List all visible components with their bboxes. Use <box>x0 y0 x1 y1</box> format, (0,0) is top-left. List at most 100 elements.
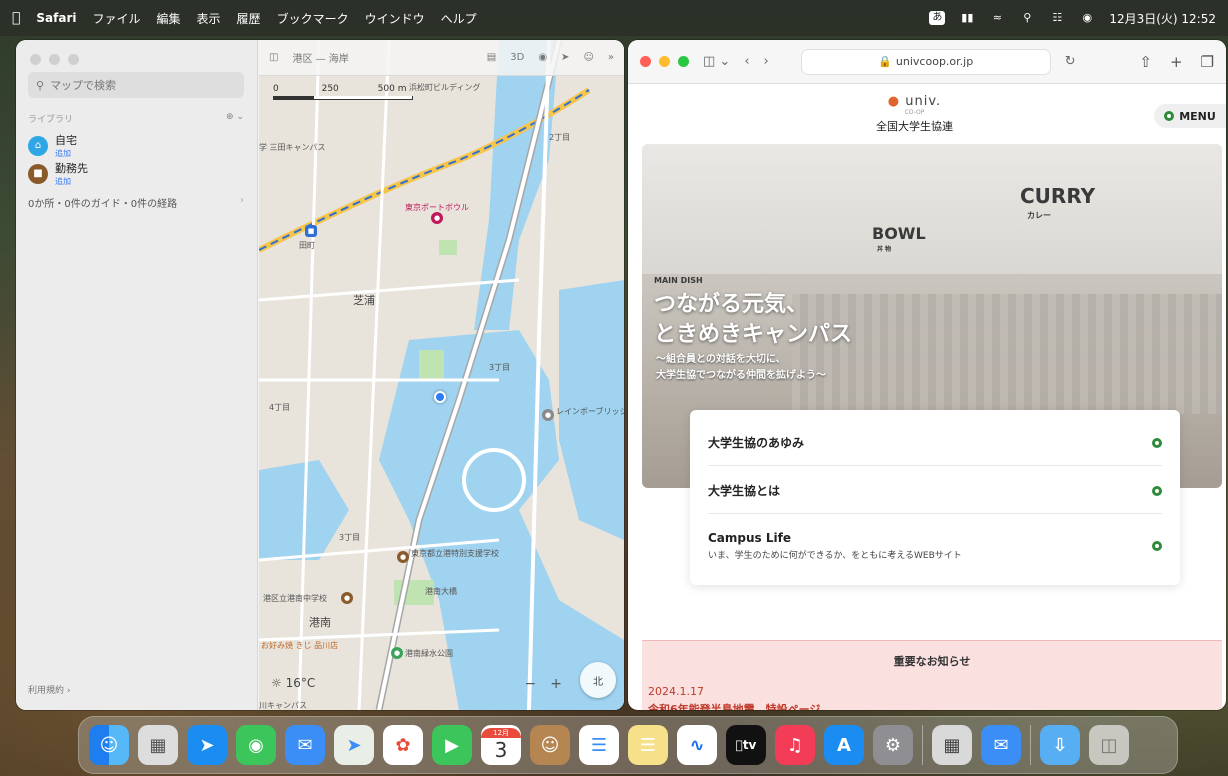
battery-icon[interactable]: ▮▮ <box>959 12 975 24</box>
menu-edit[interactable]: 編集 <box>157 10 181 27</box>
apple-tv-icon[interactable]: tv <box>726 725 766 765</box>
map-label-campus: 川キャンパス <box>259 701 307 710</box>
scale-end: 500 m <box>377 84 407 94</box>
back-button[interactable]: ‹ <box>744 54 749 69</box>
mail-icon[interactable]: ✉ <box>285 725 325 765</box>
account-icon[interactable]: ☺ <box>583 52 593 63</box>
menu-bookmarks[interactable]: ブックマーク <box>277 10 349 27</box>
favorite-home[interactable]: ⌂ 自宅 追加 <box>28 132 77 159</box>
map-label-mita: 学 三田キャンパス <box>259 143 326 152</box>
maps-window-controls[interactable] <box>30 54 79 65</box>
link-history[interactable]: 大学生協のあゆみ <box>708 420 1162 466</box>
more-toolbar-icon[interactable]: » <box>608 52 614 63</box>
favorite-home-add[interactable]: 追加 <box>55 148 77 159</box>
minimize-icon[interactable] <box>659 56 670 67</box>
finder-icon[interactable]: ☺ <box>89 725 129 765</box>
tracking-icon[interactable]: ➤ <box>561 52 569 63</box>
park-poi-icon[interactable]: ● <box>391 647 403 659</box>
safari-window: ◫ ⌄ ‹ › 🔒 univcoop.or.jp ↻ ⇧ + ❐ ● univ.… <box>628 40 1226 710</box>
system-settings-icon[interactable]: ⚙ <box>873 725 913 765</box>
maps-sidebar: ⚲ マップで検索 ライブラリ ⊕ ⌄ ⌂ 自宅 追加 ■ 勤務先 追加 0か所・… <box>16 40 258 710</box>
scale-mid: 250 <box>321 84 339 94</box>
maps-icon[interactable]: ➤ <box>334 725 374 765</box>
favorite-work-title: 勤務先 <box>55 162 88 175</box>
map-3d-button[interactable]: 3D <box>510 52 524 63</box>
favorite-work-add[interactable]: 追加 <box>55 176 88 187</box>
sun-icon: ☼ <box>271 676 282 690</box>
siri-icon[interactable]: ◉ <box>1079 12 1095 24</box>
map-canvas[interactable]: ◫ 港区 — 海岸 ▤ 3D ◉ ➤ ☺ » 0 250 500 m 浜松町ビル… <box>259 40 624 710</box>
map-mode-icon[interactable]: ▤ <box>487 52 496 63</box>
look-around-icon[interactable]: ◉ <box>538 52 547 63</box>
launchpad-icon[interactable]: ▦ <box>138 725 178 765</box>
address-bar[interactable]: 🔒 univcoop.or.jp <box>800 48 1051 75</box>
search-icon: ⚲ <box>36 78 45 92</box>
menu-clock[interactable]: 12月3日(火) 12:52 <box>1109 10 1216 27</box>
train-station-icon[interactable]: ■ <box>305 225 317 237</box>
notice-headline[interactable]: 令和6年能登半島地震 特設ページ <box>648 701 820 710</box>
notes-icon[interactable]: ☰ <box>628 725 668 765</box>
link-campus-life[interactable]: Campus Life いま、学生のために何ができるか、をともに考えるWEBサイ… <box>708 518 1162 574</box>
logo-text: univ. <box>905 94 942 109</box>
bowling-poi-icon[interactable]: ● <box>431 212 443 224</box>
zoom-in-button[interactable]: + <box>550 676 562 692</box>
trash-icon[interactable]: ◫ <box>1089 725 1129 765</box>
messages-icon[interactable]: ◉ <box>236 725 276 765</box>
control-center-icon[interactable]: ☷ <box>1049 12 1065 24</box>
jhs-poi-icon[interactable]: ● <box>341 592 353 604</box>
reload-icon[interactable]: ↻ <box>1065 54 1076 69</box>
close-icon[interactable] <box>640 56 651 67</box>
forward-button[interactable]: › <box>764 54 769 69</box>
menu-file[interactable]: ファイル <box>93 10 141 27</box>
rainbow-bridge-poi-icon[interactable]: ● <box>542 409 554 421</box>
dock-separator <box>922 725 923 765</box>
calendar-icon[interactable]: 12月 3 <box>481 725 521 765</box>
freeform-icon[interactable]: ∿ <box>677 725 717 765</box>
tab-overview-icon[interactable]: ❐ <box>1201 53 1214 71</box>
wifi-icon[interactable]: ≈ <box>989 12 1005 24</box>
new-tab-icon[interactable]: + <box>1170 53 1183 71</box>
maps-search-field[interactable]: ⚲ マップで検索 <box>28 72 244 98</box>
input-method-icon[interactable]: あ <box>929 11 946 25</box>
music-icon[interactable]: ♫ <box>775 725 815 765</box>
contacts-icon[interactable]: ☺ <box>530 725 570 765</box>
arrow-circle-icon <box>1152 541 1162 551</box>
map-label-special-school: 東京都立港特別支援学校 <box>411 549 499 558</box>
safari-window-controls[interactable] <box>640 56 689 67</box>
spotlight-icon[interactable]: ⚲ <box>1019 12 1035 24</box>
downloads-folder-icon[interactable]: ⇩ <box>1040 725 1080 765</box>
logo-sub: CO-OP <box>904 109 925 116</box>
email-app-icon[interactable]: ✉ <box>981 725 1021 765</box>
link-about[interactable]: 大学生協とは <box>708 468 1162 514</box>
map-label-okonomiyaki: お好み焼 きじ 品川店 <box>261 641 339 650</box>
library-stats[interactable]: 0か所・0件のガイド・0件の経路 › <box>28 195 244 210</box>
library-add-icon[interactable]: ⊕ ⌄ <box>226 112 244 125</box>
menu-window[interactable]: ウインドウ <box>365 10 425 27</box>
photos-icon[interactable]: ✿ <box>383 725 423 765</box>
apple-menu-icon[interactable]:  <box>12 10 20 26</box>
compass-button[interactable]: 北 <box>580 662 616 698</box>
facetime-icon[interactable]: ▶ <box>432 725 472 765</box>
zoom-controls: − + <box>525 676 562 692</box>
menu-help[interactable]: ヘルプ <box>441 10 477 27</box>
app-store-icon[interactable]: A <box>824 725 864 765</box>
reminders-icon[interactable]: ☰ <box>579 725 619 765</box>
favorite-work[interactable]: ■ 勤務先 追加 <box>28 160 88 187</box>
sidebar-toggle-icon[interactable]: ◫ <box>269 52 278 63</box>
preview-icon[interactable]: ▦ <box>932 725 972 765</box>
terms-link[interactable]: 利用規約 › <box>28 683 70 696</box>
school-poi-icon[interactable]: ● <box>397 551 409 563</box>
site-logo[interactable]: ● univ. CO-OP 全国大学生協連 <box>876 94 953 134</box>
menu-app-name[interactable]: Safari <box>36 11 76 25</box>
menu-view[interactable]: 表示 <box>197 10 221 27</box>
link-campus-life-title: Campus Life <box>708 531 791 545</box>
zoom-icon[interactable] <box>678 56 689 67</box>
share-icon[interactable]: ⇧ <box>1139 53 1152 71</box>
zoom-out-button[interactable]: − <box>525 676 537 692</box>
menu-history[interactable]: 履歴 <box>237 10 261 27</box>
sidebar-icon[interactable]: ◫ ⌄ <box>703 54 730 69</box>
safari-icon[interactable]: ➤ <box>187 725 227 765</box>
map-label-4chome: 4丁目 <box>269 403 291 412</box>
current-location-icon[interactable] <box>434 391 446 403</box>
site-menu-button[interactable]: MENU <box>1154 104 1226 128</box>
